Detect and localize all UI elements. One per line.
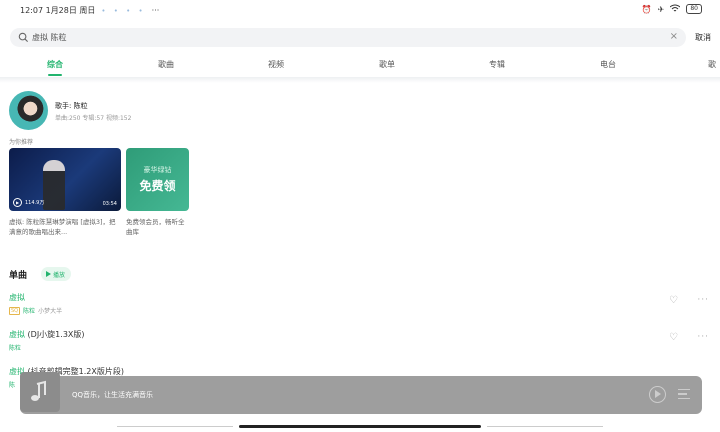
quality-badge: SQ: [9, 306, 21, 315]
alarm-icon: ⏰: [641, 4, 652, 14]
clear-icon[interactable]: ×: [670, 31, 678, 42]
home-indicator-track: [487, 426, 603, 427]
play-all-button[interactable]: 播放: [41, 267, 72, 281]
album-cover[interactable]: [20, 372, 60, 412]
search-input[interactable]: 虚拟 陈粒: [32, 32, 67, 43]
video-card[interactable]: ▶ 114.9万 03:54: [9, 148, 121, 211]
search-bar[interactable]: 虚拟 陈粒 ×: [10, 28, 686, 47]
mini-player[interactable]: QQ音乐，让生活充满音乐: [20, 372, 702, 414]
song-title-highlight: 虚拟: [9, 330, 25, 339]
songs-heading: 单曲: [9, 271, 28, 281]
song-title-highlight: 虚拟: [9, 293, 25, 302]
status-bar: 12:07 1月28日 周日 • • • • ··· ⏰ ✈ 80: [0, 0, 720, 20]
tab-bar: 综合 歌曲 视频 歌单 专辑 电台 歌: [0, 56, 720, 76]
tab-active-indicator: [48, 74, 62, 76]
song-artist: 陈粒: [9, 345, 22, 352]
tab-radio[interactable]: 电台: [600, 59, 616, 70]
heart-icon[interactable]: ♡: [669, 333, 679, 343]
home-indicator-track: [117, 426, 233, 427]
song-artist: 陈粒: [23, 308, 36, 315]
song-album: 小梦大半: [38, 308, 63, 315]
artist-stats: 单曲:250 专辑:57 视频:152: [55, 115, 132, 122]
status-time-date: 12:07 1月28日 周日: [20, 6, 96, 15]
tab-songs[interactable]: 歌曲: [158, 59, 174, 70]
promo-subtitle: 豪华绿钻: [143, 166, 172, 174]
promo-caption[interactable]: 免费领会员，畅听全曲库: [126, 217, 190, 237]
song-meta: 陈粒: [9, 343, 709, 352]
tab-divider: [0, 77, 720, 83]
song-title-rest: (DJ小旋1.3X版): [25, 330, 85, 339]
more-icon[interactable]: ···: [697, 295, 709, 305]
home-indicator[interactable]: [239, 425, 481, 428]
artist-avatar[interactable]: [9, 91, 48, 130]
tab-all[interactable]: 综合: [47, 59, 63, 70]
artist-name: 歌手: 陈粒: [55, 102, 88, 110]
vip-promo-card[interactable]: 豪华绿钻 免费领: [126, 148, 189, 211]
airplane-icon: ✈: [657, 4, 665, 14]
view-count: 114.9万: [25, 200, 45, 206]
video-duration: 03:54: [102, 201, 117, 207]
song-row[interactable]: 虚拟 (DJ小旋1.3X版) 陈粒 ♡ ···: [9, 329, 709, 352]
song-row[interactable]: 虚拟 SQ 陈粒 小梦大半 ♡ ···: [9, 292, 709, 315]
play-icon: [46, 271, 51, 277]
play-icon: ▶: [13, 198, 22, 207]
battery-icon: 80: [686, 4, 702, 14]
song-title: 虚拟 (DJ小旋1.3X版): [9, 329, 709, 340]
cancel-button[interactable]: 取消: [695, 32, 711, 43]
status-more-icon: ···: [151, 6, 160, 15]
player-text: QQ音乐，让生活充满音乐: [72, 391, 154, 399]
music-note-icon: [31, 380, 46, 401]
notification-dots-icon: • • • •: [101, 6, 146, 15]
more-icon[interactable]: ···: [697, 332, 709, 342]
playlist-icon[interactable]: [678, 389, 690, 399]
tab-playlists[interactable]: 歌单: [379, 59, 395, 70]
song-artist: 陈: [9, 382, 16, 389]
play-all-label: 播放: [53, 271, 66, 279]
singer-figure: [43, 160, 65, 210]
song-meta: SQ 陈粒 小梦大半: [9, 306, 709, 315]
tab-videos[interactable]: 视频: [268, 59, 284, 70]
recommend-label: 为你推荐: [9, 139, 34, 146]
wifi-icon: [670, 4, 681, 14]
heart-icon[interactable]: ♡: [669, 296, 679, 306]
tab-albums[interactable]: 专辑: [489, 59, 505, 70]
search-icon: [18, 32, 29, 43]
song-title: 虚拟: [9, 292, 709, 303]
tab-more[interactable]: 歌: [708, 59, 716, 70]
video-caption[interactable]: 虚拟: 陈粒陈慧琳梦演唱 [虚拟3]，把满意的歌曲唱出来...: [9, 217, 121, 237]
play-button[interactable]: [649, 386, 666, 403]
video-views: ▶ 114.9万: [13, 198, 44, 207]
promo-title: 免费领: [139, 179, 176, 193]
